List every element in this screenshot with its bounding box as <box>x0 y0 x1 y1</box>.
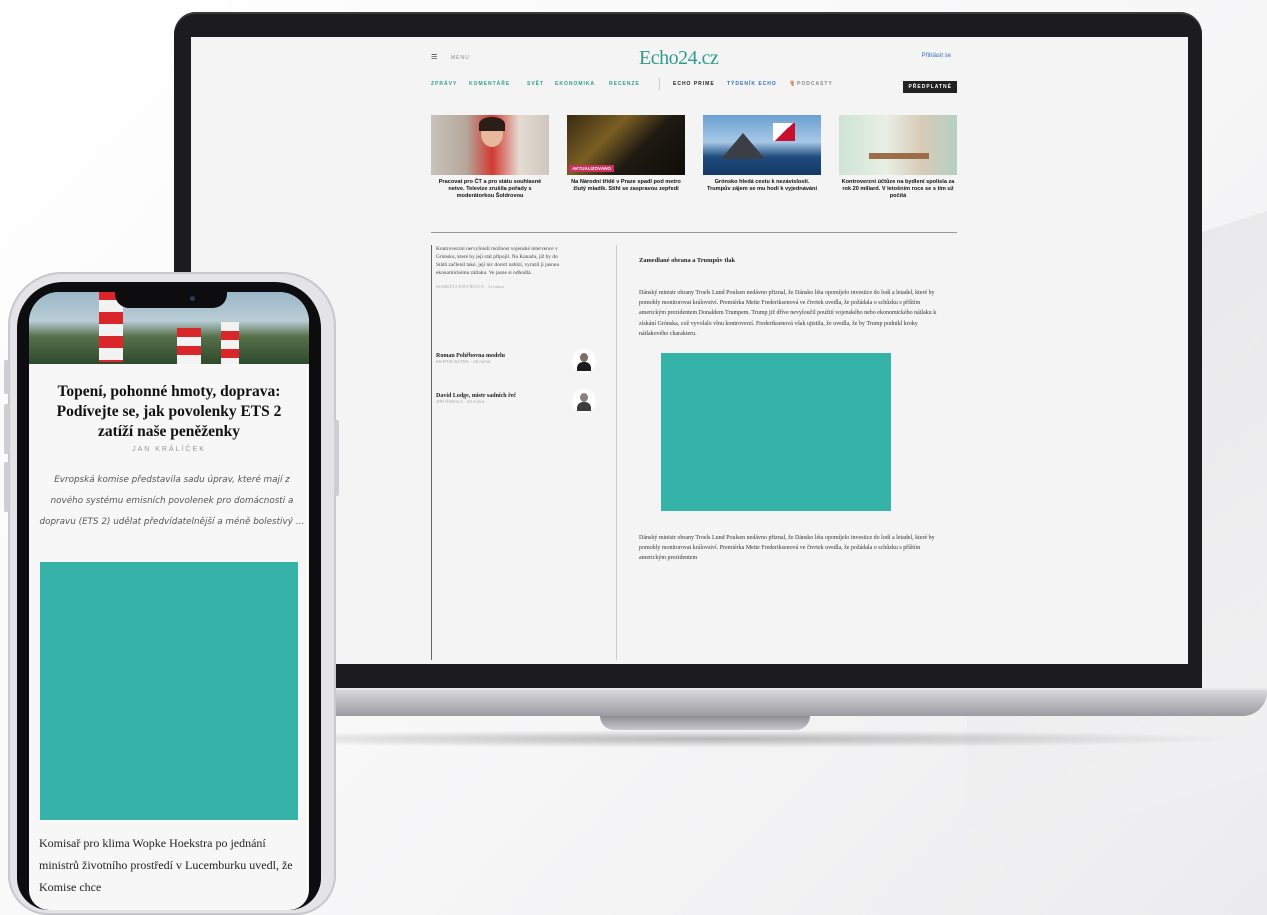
left-column: Kontroverzní nervylonilí možnost vojensk… <box>431 245 598 660</box>
story-image <box>703 115 821 175</box>
story-card[interactable]: Grónsko hledá cestu k nezávislosti. Trum… <box>703 115 821 193</box>
section-divider <box>431 232 957 233</box>
article-author[interactable]: JAN KRÁLÍČEK <box>39 446 299 453</box>
laptop-trackpad-notch <box>600 716 810 730</box>
phone-screen: Topení, pohonné hmoty, doprava: Podívejt… <box>29 292 309 910</box>
article-title: Topení, pohonné hmoty, doprava: Podívejt… <box>56 383 282 440</box>
teaser-text: Kontroverzní nervylonilí možnost vojensk… <box>436 246 560 276</box>
avatar-body <box>577 402 591 411</box>
column-divider <box>616 245 617 660</box>
avatar-body <box>577 362 591 371</box>
story-image <box>839 115 957 175</box>
nav-divider <box>659 78 660 90</box>
phone-power-button <box>334 420 339 496</box>
story-card[interactable]: Kontroverzní účtůze na bydlení spolisla … <box>839 115 957 200</box>
article-body-text: Komisař pro klima Wopke Hoekstra po jedn… <box>39 836 293 894</box>
phone-notch <box>115 290 227 308</box>
author-item[interactable]: David Lodge, mistr sadních řeč JIŘÍ ŠVEH… <box>436 389 596 413</box>
teaser-block[interactable]: Kontroverzní nervylonilí možnost vojensk… <box>436 245 566 291</box>
hamburger-menu-icon[interactable]: ≡ <box>431 51 437 63</box>
nav-item-tydenik-echo[interactable]: TÝDENÍK ECHO <box>727 81 777 87</box>
camera-icon <box>190 296 195 301</box>
nav-item-echo-prime[interactable]: ECHO PRIME <box>673 81 715 87</box>
story-tag: AKTUALIZOVÁNO <box>569 165 614 172</box>
login-link[interactable]: Přihlásit se <box>922 53 951 59</box>
story-caption[interactable]: Pracovat pro ČT a pro státu souhlasně ne… <box>431 179 549 200</box>
avatar <box>572 349 596 373</box>
microphone-icon: 🎙 <box>789 81 797 87</box>
site-logo[interactable]: Echo24.cz <box>639 47 719 70</box>
image-placeholder <box>661 353 891 512</box>
author-item[interactable]: Roman Pohřbovna modelu MARTIN BÁTEK · 25… <box>436 349 596 373</box>
chimney-shape <box>221 322 239 364</box>
story-caption[interactable]: Grónsko hledá cestu k nezávislosti. Trum… <box>703 179 821 193</box>
teaser-meta: MARKÉTA PAVLÍKOVÁ · 12 minut <box>436 284 504 289</box>
article-paragraph: Dánský ministr obrany Troels Lund Poulse… <box>639 290 937 337</box>
chimney-shape <box>177 328 201 364</box>
site-header: ≡ MENU Echo24.cz Přihlásit se <box>431 47 957 70</box>
nav-item-zpravy[interactable]: ZPRÁVY <box>431 81 457 87</box>
avatar-head <box>580 353 588 362</box>
story-card[interactable]: AKTUALIZOVÁNO Na Národní třídě v Praze s… <box>567 115 685 193</box>
phone-volume-down-button <box>4 404 9 454</box>
table-shape <box>869 153 929 159</box>
portrait-hair <box>479 117 505 131</box>
story-caption[interactable]: Kontroverzní účtůze na bydlení spolisla … <box>839 179 957 200</box>
article-paragraph: Dánský ministr obrany Troels Lund Poulse… <box>639 535 935 562</box>
flag-shape <box>773 123 795 141</box>
nav-item-podcasty[interactable]: PODCASTY <box>797 81 833 87</box>
main-nav: ZPRÁVY KOMENTÁŘE SVĚT EKONOMIKA RECENZE … <box>431 78 957 93</box>
nav-item-ekonomika[interactable]: EKONOMIKA <box>555 81 595 87</box>
phone-mute-button <box>4 462 9 512</box>
laptop-screen: ≡ MENU Echo24.cz Přihlásit se ZPRÁVY KOM… <box>191 37 1188 664</box>
article-subheading: Zamedlané obrana a Trumpův tlak <box>639 257 735 264</box>
story-caption[interactable]: Na Národní třídě v Praze spadl pod metro… <box>567 179 685 193</box>
story-card[interactable]: Pracovat pro ČT a pro státu souhlasně ne… <box>431 115 549 200</box>
nav-item-svet[interactable]: SVĚT <box>527 81 544 87</box>
article-body: Zamedlané obrana a Trumpův tlak Dánský m… <box>639 257 939 564</box>
image-placeholder <box>40 562 298 820</box>
avatar-head <box>580 393 588 402</box>
story-image <box>431 115 549 175</box>
subscribe-button[interactable]: PŘEDPLATNÉ <box>903 81 957 93</box>
nav-item-recenze[interactable]: RECENZE <box>609 81 640 87</box>
article-perex: Evropská komise představila sadu úprav, … <box>39 475 305 527</box>
web-page: ≡ MENU Echo24.cz Přihlásit se ZPRÁVY KOM… <box>431 37 957 664</box>
menu-label[interactable]: MENU <box>451 55 470 61</box>
mountain-shape <box>721 133 765 159</box>
phone-volume-up-button <box>4 360 9 394</box>
story-image: AKTUALIZOVÁNO <box>567 115 685 175</box>
nav-item-komentare[interactable]: KOMENTÁŘE <box>469 81 510 87</box>
top-stories: Pracovat pro ČT a pro státu souhlasně ne… <box>431 115 957 215</box>
avatar <box>572 389 596 413</box>
